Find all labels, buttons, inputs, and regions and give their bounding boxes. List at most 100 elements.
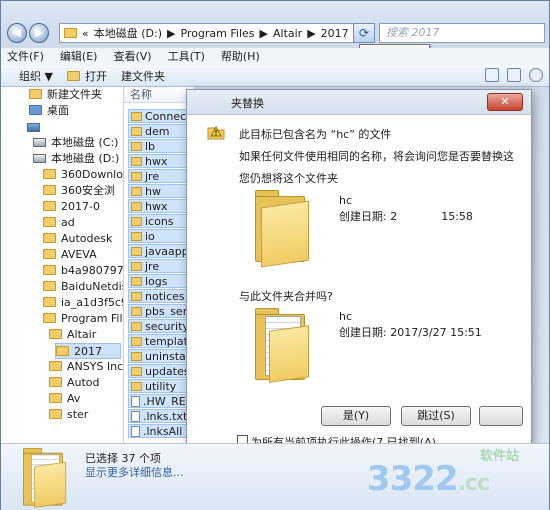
nav-item-folder[interactable]: 2017-0: [43, 199, 100, 215]
file-label: javaapps: [145, 245, 192, 258]
list-item[interactable]: templates: [128, 334, 192, 348]
menu-view[interactable]: 查看(V): [113, 48, 151, 65]
file-label: icons: [145, 215, 174, 228]
breadcrumb-overflow[interactable]: «: [82, 27, 89, 40]
nav-item-program-files[interactable]: Program Fil: [43, 311, 123, 327]
list-item[interactable]: notices: [128, 289, 192, 303]
nav-item-folder[interactable]: AVEVA: [43, 247, 97, 263]
list-item[interactable]: utility: [128, 379, 192, 393]
list-item[interactable]: lb: [128, 139, 192, 153]
list-item[interactable]: security: [128, 319, 192, 333]
breadcrumb-program-files[interactable]: Program Files: [180, 27, 254, 40]
breadcrumb-separator[interactable]: ▶: [260, 27, 268, 40]
forward-button[interactable]: ▶: [29, 23, 49, 43]
folder-icon: [29, 89, 42, 99]
list-item[interactable]: javaapps: [128, 244, 192, 258]
skip-button[interactable]: 跳过(S): [401, 406, 471, 426]
breadcrumb-separator[interactable]: ▶: [307, 27, 315, 40]
nav-item-desktop[interactable]: 桌面: [29, 103, 69, 119]
file-label: uninstalls: [145, 350, 191, 363]
search-input[interactable]: 搜索 2017: [379, 23, 545, 43]
dialog-titlebar[interactable]: 夹替换 ✕: [187, 90, 531, 115]
folder-icon: [43, 233, 56, 243]
nav-label: AVEVA: [61, 248, 97, 261]
nav-item-folder[interactable]: b4a9807975: [43, 263, 123, 279]
list-item[interactable]: logs: [128, 274, 192, 288]
preview-pane-icon[interactable]: [507, 68, 521, 82]
view-options-icon[interactable]: [485, 68, 499, 82]
list-item[interactable]: hw: [128, 184, 192, 198]
nav-item-folder[interactable]: Autodesk: [43, 231, 112, 247]
folder-icon: [43, 201, 56, 211]
list-item[interactable]: jre: [128, 259, 192, 273]
nav-item-drive-c[interactable]: 本地磁盘 (C:): [33, 135, 118, 151]
nav-item-computer[interactable]: [27, 120, 45, 136]
list-item[interactable]: Connec: [128, 109, 192, 123]
close-button[interactable]: ✕: [487, 93, 523, 111]
open-button[interactable]: 打开: [66, 68, 107, 84]
nav-label: ster: [67, 408, 89, 421]
breadcrumb-2017[interactable]: 2017: [321, 27, 349, 40]
nav-item-new-folder[interactable]: 新建文件夹: [29, 87, 102, 103]
nav-item-folder[interactable]: 360安全浏: [43, 183, 115, 199]
list-item[interactable]: .HW_RELEA: [128, 394, 192, 408]
dialog-message-2: 如果任何文件使用相同的名称，将会询问您是否要替换这: [239, 150, 514, 163]
list-item[interactable]: io: [128, 229, 192, 243]
nav-item-folder[interactable]: BaiduNetdis: [43, 279, 123, 295]
list-item[interactable]: uninstalls: [128, 349, 192, 363]
refresh-button[interactable]: ⟳: [353, 23, 375, 43]
nav-item-altair[interactable]: Altair: [49, 327, 96, 343]
menu-file[interactable]: 文件(F): [7, 48, 44, 65]
breadcrumb-drive-d[interactable]: 本地磁盘 (D:): [94, 25, 162, 41]
folder-icon: [49, 329, 62, 339]
breadcrumb-altair[interactable]: Altair: [273, 27, 302, 40]
nav-item-folder[interactable]: ad: [43, 215, 75, 231]
menu-tools[interactable]: 工具(T): [168, 48, 205, 65]
nav-label: 2017-0: [61, 200, 100, 213]
list-item[interactable]: .lnks.txt: [128, 409, 192, 423]
list-item[interactable]: dem: [128, 124, 192, 138]
folder-icon: [131, 142, 142, 151]
list-item[interactable]: updates: [128, 364, 192, 378]
nav-item-folder[interactable]: ster: [49, 407, 88, 423]
nav-item-folder[interactable]: ia_a1d3f5c9: [43, 295, 123, 311]
folder-icon: [49, 377, 62, 387]
merge-question: 与此文件夹合并吗?: [239, 290, 333, 303]
menu-edit[interactable]: 编辑(E): [60, 48, 98, 65]
file-label: logs: [145, 275, 168, 288]
yes-button[interactable]: 是(Y): [321, 406, 391, 426]
folder-icon: [131, 352, 142, 361]
destination-folder-icon: [255, 308, 309, 383]
address-bar[interactable]: « 本地磁盘 (D:) ▶ Program Files ▶ Altair ▶ 2…: [59, 23, 371, 43]
back-button[interactable]: ◀: [7, 23, 27, 43]
organize-button[interactable]: 组织 ▼: [19, 68, 53, 84]
nav-item-folder[interactable]: 360Downlo: [43, 167, 123, 183]
show-more-details-link[interactable]: 显示更多详细信息...: [85, 464, 184, 480]
file-label: pbs_sensor: [145, 305, 191, 318]
list-item[interactable]: jre: [128, 169, 192, 183]
menu-help[interactable]: 帮助(H): [221, 48, 260, 65]
nav-item-drive-d[interactable]: 本地磁盘 (D:): [33, 151, 119, 167]
nav-item-folder[interactable]: Autod: [49, 375, 100, 391]
list-item[interactable]: hwx: [128, 199, 192, 213]
nav-label: 360安全浏: [61, 184, 115, 197]
nav-item-folder[interactable]: ANSYS Inc: [49, 359, 123, 375]
explorer-window: ◀ ▶ « 本地磁盘 (D:) ▶ Program Files ▶ Altair…: [0, 0, 550, 510]
list-item[interactable]: .lnksAll: [128, 424, 192, 438]
folder-icon: [131, 322, 142, 331]
nav-item-folder[interactable]: Av: [49, 391, 80, 407]
help-icon[interactable]: [529, 68, 543, 82]
list-item[interactable]: hwx: [128, 154, 192, 168]
breadcrumb-separator[interactable]: ▶: [167, 27, 175, 40]
column-header-name[interactable]: 名称: [124, 87, 194, 103]
list-item[interactable]: icons: [128, 214, 192, 228]
list-item[interactable]: pbs_sensor: [128, 304, 192, 318]
folder-icon: [43, 185, 56, 195]
open-icon: [66, 70, 80, 81]
nav-item-2017[interactable]: 2017: [55, 343, 121, 359]
cancel-button[interactable]: [479, 406, 523, 426]
folder-icon: [64, 28, 77, 38]
new-folder-button[interactable]: 建文件夹: [121, 68, 165, 84]
destination-folder-name: hc: [339, 310, 353, 323]
folder-icon: [131, 307, 142, 316]
